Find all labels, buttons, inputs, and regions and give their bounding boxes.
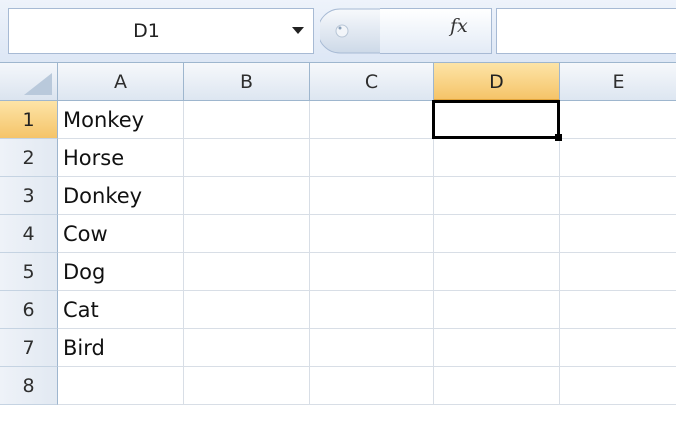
chevron-down-icon[interactable] (283, 9, 313, 53)
cell-b6[interactable] (184, 291, 310, 329)
insert-function-button[interactable]: fx (380, 8, 492, 54)
row-header-5[interactable]: 5 (0, 253, 58, 291)
select-all-button[interactable] (0, 63, 58, 101)
function-icon: fx (450, 15, 468, 37)
cell-a7[interactable]: Bird (58, 329, 184, 367)
row-header-6[interactable]: 6 (0, 291, 58, 329)
cell-b4[interactable] (184, 215, 310, 253)
cell-c4[interactable] (310, 215, 434, 253)
cell-e7[interactable] (560, 329, 676, 367)
cell-d8[interactable] (434, 367, 560, 405)
column-header-c[interactable]: C (310, 63, 434, 101)
formula-bar-resize-handle[interactable] (320, 8, 382, 54)
formula-input[interactable] (496, 8, 676, 54)
cell-c3[interactable] (310, 177, 434, 215)
cell-a2[interactable]: Horse (58, 139, 184, 177)
cell-a1[interactable]: Monkey (58, 101, 184, 139)
cell-c7[interactable] (310, 329, 434, 367)
cell-d7[interactable] (434, 329, 560, 367)
cell-a6[interactable]: Cat (58, 291, 184, 329)
column-header-a[interactable]: A (58, 63, 184, 101)
cell-c1[interactable] (310, 101, 434, 139)
cell-c8[interactable] (310, 367, 434, 405)
cell-a5[interactable]: Dog (58, 253, 184, 291)
cell-a3[interactable]: Donkey (58, 177, 184, 215)
cell-b1[interactable] (184, 101, 310, 139)
column-header-d[interactable]: D (434, 63, 560, 101)
fill-handle[interactable] (555, 134, 562, 141)
row-header-1[interactable]: 1 (0, 101, 58, 139)
row-header-8[interactable]: 8 (0, 367, 58, 405)
cell-a8[interactable] (58, 367, 184, 405)
cell-b8[interactable] (184, 367, 310, 405)
row-header-7[interactable]: 7 (0, 329, 58, 367)
cell-c2[interactable] (310, 139, 434, 177)
formula-bar: D1 fx (0, 0, 676, 63)
cell-b7[interactable] (184, 329, 310, 367)
row-header-2[interactable]: 2 (0, 139, 58, 177)
cell-c5[interactable] (310, 253, 434, 291)
cell-e3[interactable] (560, 177, 676, 215)
cell-d5[interactable] (434, 253, 560, 291)
name-box-value[interactable]: D1 (9, 9, 284, 53)
cell-e1[interactable] (560, 101, 676, 139)
row-header-3[interactable]: 3 (0, 177, 58, 215)
column-header-e[interactable]: E (560, 63, 676, 101)
spreadsheet-grid: A B C D E 1 Monkey 2 Horse 3 Donkey 4 Cow 5 Dog 6 Cat 7 Bi… (0, 62, 676, 424)
cell-b5[interactable] (184, 253, 310, 291)
column-header-b[interactable]: B (184, 63, 310, 101)
cell-e4[interactable] (560, 215, 676, 253)
cell-e5[interactable] (560, 253, 676, 291)
cell-d3[interactable] (434, 177, 560, 215)
cell-e8[interactable] (560, 367, 676, 405)
cell-e6[interactable] (560, 291, 676, 329)
cell-c6[interactable] (310, 291, 434, 329)
cell-b3[interactable] (184, 177, 310, 215)
cell-d4[interactable] (434, 215, 560, 253)
row-header-4[interactable]: 4 (0, 215, 58, 253)
cell-d6[interactable] (434, 291, 560, 329)
cell-d1[interactable] (432, 100, 560, 139)
name-box[interactable]: D1 (8, 8, 314, 54)
cell-d2[interactable] (434, 139, 560, 177)
cell-b2[interactable] (184, 139, 310, 177)
cell-a4[interactable]: Cow (58, 215, 184, 253)
cell-e2[interactable] (560, 139, 676, 177)
